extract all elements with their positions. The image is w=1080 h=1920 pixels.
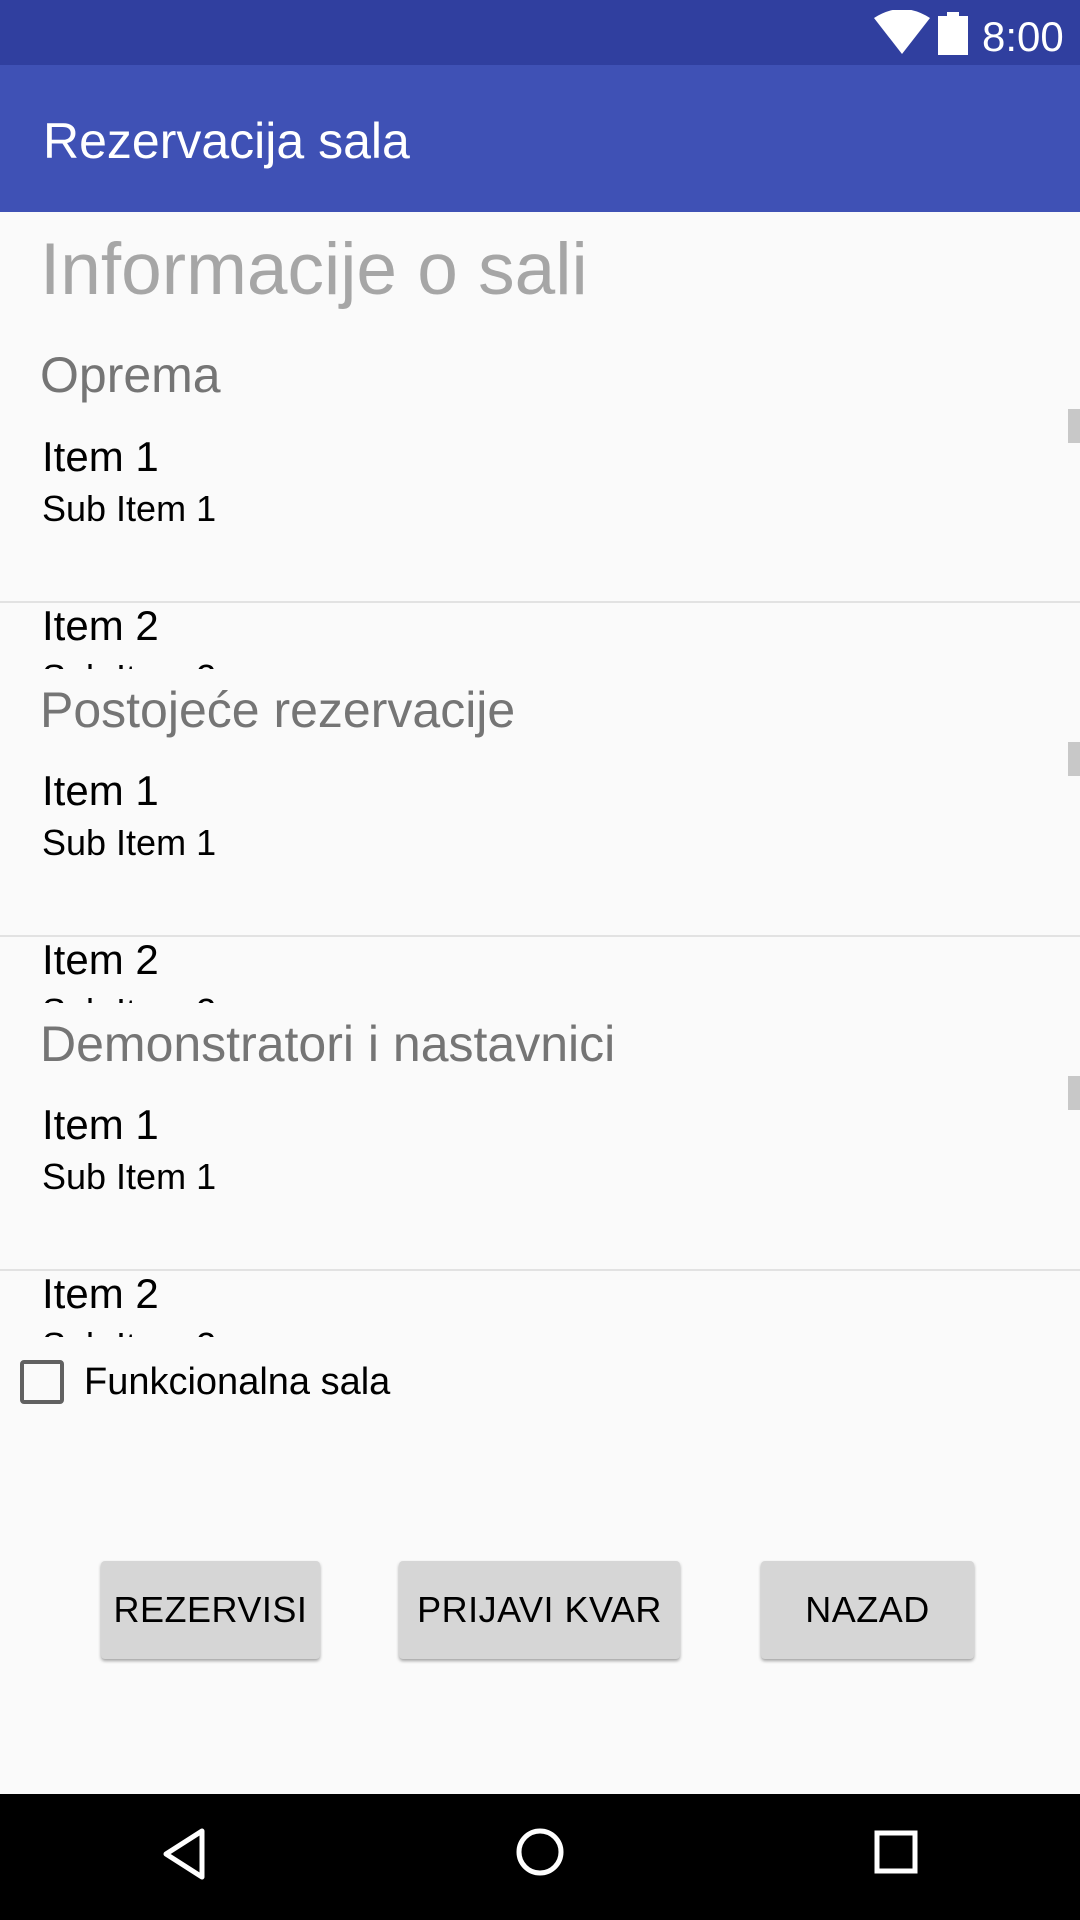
list-item-subtitle: Sub Item 2 [42,990,216,1003]
content: Informacije o sali Oprema Item 1 Sub Ite… [0,212,1080,1794]
list-item-subtitle: Sub Item 1 [42,1156,217,1197]
app-bar: Rezervacija sala [0,65,1080,212]
list-item-title: Item 1 [42,767,159,814]
back-icon[interactable] [160,1827,206,1881]
functional-room-checkbox-row[interactable]: Funkcionalna sala [18,1357,618,1407]
recents-icon[interactable] [874,1830,918,1874]
list-rezervacije[interactable]: Item 1 Sub Item 1 Item 2 Sub Item 2 [0,766,1080,1003]
list-item[interactable]: Item 1 Sub Item 1 [0,432,1080,603]
list-item-subtitle: Sub Item 1 [42,488,217,529]
wifi-icon [874,10,930,54]
list-item-title: Item 2 [42,936,159,983]
home-icon[interactable] [515,1827,565,1877]
functional-room-checkbox[interactable] [20,1360,64,1404]
list-item-title: Item 1 [42,1101,159,1148]
list-item-title: Item 2 [42,1270,159,1317]
list-item-title: Item 2 [42,602,159,649]
page-heading: Informacije o sali [40,229,588,310]
list-oprema[interactable]: Item 1 Sub Item 1 Item 2 Sub Item 2 [0,432,1080,669]
list-item[interactable]: Item 1 Sub Item 1 [0,1100,1080,1271]
list-item-title: Item 1 [42,433,159,480]
list-item[interactable]: Item 2 Sub Item 2 [0,936,1080,1003]
list-item-subtitle: Sub Item 2 [42,1324,216,1337]
reserve-button[interactable]: REZERVISI [101,1561,320,1659]
list-item-subtitle: Sub Item 1 [42,822,217,863]
list-item[interactable]: Item 2 Sub Item 2 [0,1270,1080,1337]
navigation-bar [0,1794,1080,1920]
list-item-subtitle: Sub Item 2 [42,656,216,669]
status-bar: 8:00 [0,0,1080,65]
section-title-oprema: Oprema [40,347,221,403]
battery-icon [938,12,968,55]
app-title: Rezervacija sala [43,113,410,169]
back-button[interactable]: NAZAD [761,1561,974,1659]
list-item[interactable]: Item 1 Sub Item 1 [0,766,1080,937]
section-title-demonstratori: Demonstratori i nastavnici [40,1016,616,1072]
list-demonstratori[interactable]: Item 1 Sub Item 1 Item 2 Sub Item 2 [0,1100,1080,1337]
list-item[interactable]: Item 2 Sub Item 2 [0,602,1080,669]
section-title-rezervacije: Postojeće rezervacije [40,682,516,738]
report-fault-button[interactable]: PRIJAVI KVAR [399,1561,680,1659]
status-clock: 8:00 [982,13,1064,60]
checkbox-label: Funkcionalna sala [84,1361,391,1403]
